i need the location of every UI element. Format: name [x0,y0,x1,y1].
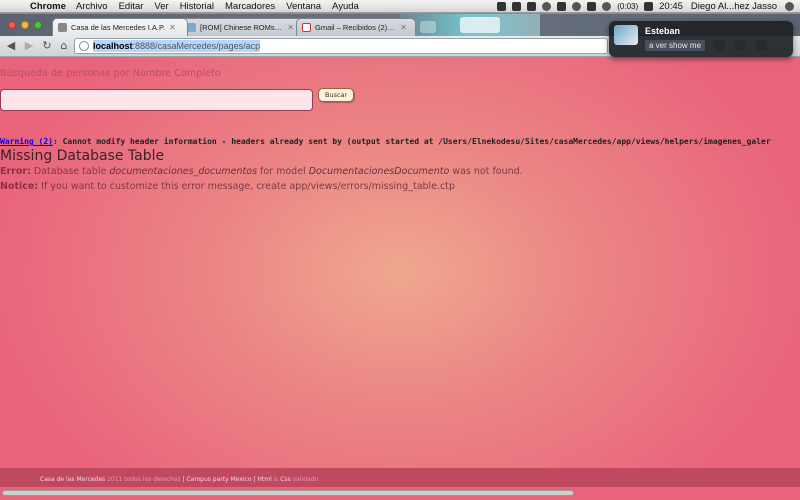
error-label: Error: [0,166,31,177]
forward-arrow-icon[interactable]: ▶ [22,39,36,53]
tab-label: Gmail – Recibidos (2) – gum [315,23,396,32]
menu-ver[interactable]: Ver [154,1,168,12]
error-text: for model [257,166,309,177]
error-text: Database table [30,166,110,177]
status-icon-3[interactable] [542,2,552,11]
error-text: was not found. [449,166,523,177]
address-bar[interactable]: localhost:8888/casaMercedes/pages/acp [74,38,608,54]
tab-gmail[interactable]: Gmail – Recibidos (2) – gum ✕ [296,18,416,36]
clock[interactable]: 20:45 [659,1,683,12]
globe-icon [79,41,89,51]
notice-label: Notice: [0,181,39,192]
menu-ventana[interactable]: Ventana [286,1,321,12]
search-label: Búsqueda de personas por Nombre Completo [0,68,221,79]
notification-sender: Esteban [645,26,681,36]
footer-brand[interactable]: Casa de las Mercedes [40,476,105,483]
warning-link[interactable]: Warning (2) [0,137,53,146]
bluetooth-icon[interactable] [587,2,597,11]
avatar [614,25,638,45]
dropbox-icon[interactable] [527,2,537,11]
menu-archivo[interactable]: Archivo [76,1,108,12]
tab-label: Casa de las Mercedes I.A.P. [71,23,166,32]
menu-historial[interactable]: Historial [180,1,214,12]
footer-text: Casa de las Mercedes 2011 todos los dere… [40,476,318,483]
volume-icon[interactable] [644,2,654,11]
page-footer: Casa de las Mercedes 2011 todos los dere… [0,468,800,487]
search-button[interactable]: Buscar [318,88,355,102]
url-selection: localhost:8888/casaMercedes/pages/acp [93,40,261,52]
tab-close-icon[interactable]: ✕ [287,23,294,32]
status-icon-5[interactable] [572,2,582,11]
status-area: (0:03) 20:45 Diego Al...hez Jasso [497,0,800,13]
new-tab-button[interactable] [420,21,436,33]
page-content: Búsqueda de personas por Nombre Completo… [0,57,800,468]
status-icon-1[interactable] [497,2,507,11]
notice-message: Notice: If you want to customize this er… [0,181,455,192]
error-message: Error: Database table documentaciones_do… [0,166,523,177]
notice-text: If you want to customize this error mess… [38,181,456,192]
reload-icon[interactable]: ↻ [40,39,54,53]
tab-label: [ROM] Chinese ROMs – Andr [200,23,283,32]
menu-editar[interactable]: Editar [119,1,144,12]
tab-casa-mercedes[interactable]: Casa de las Mercedes I.A.P. ✕ [52,18,188,36]
gmail-icon [302,23,311,32]
error-table-name: documentaciones_documentos [109,166,258,177]
menu-app-name[interactable]: Chrome [30,1,66,12]
menu-marcadores[interactable]: Marcadores [225,1,275,12]
footer-css-link[interactable]: Css [280,476,290,483]
tab-close-icon[interactable]: ✕ [169,23,176,32]
url-host: localhost [93,41,133,51]
page-title: Missing Database Table [0,148,165,164]
url-path: :8888/casaMercedes/pages/acp [132,41,261,51]
chat-notification[interactable]: Esteban a ver show me [609,21,793,57]
search-input[interactable] [0,89,313,111]
wifi-icon[interactable] [602,2,612,11]
tab-chinese-roms[interactable]: [ROM] Chinese ROMs – Andr ✕ [181,18,303,36]
theme-art-detail [460,17,500,33]
home-icon[interactable]: ⌂ [57,39,71,53]
footer-rights: 2011 todos los derechos [105,476,181,483]
user-name[interactable]: Diego Al...hez Jasso [691,1,777,12]
footer-html-link[interactable]: Html [257,476,271,483]
footer-amp: & [271,476,281,483]
spotlight-icon[interactable] [785,2,794,11]
footer-validado: validado [290,476,319,483]
status-icon-2[interactable] [512,2,522,11]
warning-text: : Cannot modify header information - hea… [52,137,771,146]
minimize-window-button[interactable] [21,21,29,29]
notification-message: a ver show me [645,40,706,51]
zoom-window-button[interactable] [34,21,42,29]
tab-close-icon[interactable]: ✕ [400,23,407,32]
mac-menu-bar: Chrome Archivo Editar Ver Historial Marc… [0,0,800,13]
back-arrow-icon[interactable]: ◀ [4,39,18,53]
page-favicon-icon [187,23,196,32]
php-warning: Warning (2): Cannot modify header inform… [0,137,800,146]
page-favicon-icon [58,23,67,32]
close-window-button[interactable] [8,21,16,29]
footer-campus-link[interactable]: Campus party Mexico [186,476,251,483]
status-icon-4[interactable] [557,2,567,11]
battery-text[interactable]: (0:03) [617,2,638,11]
menu-ayuda[interactable]: Ayuda [332,1,359,12]
horizontal-scrollbar[interactable] [2,490,574,496]
error-model-name: DocumentacionesDocumento [308,166,450,177]
